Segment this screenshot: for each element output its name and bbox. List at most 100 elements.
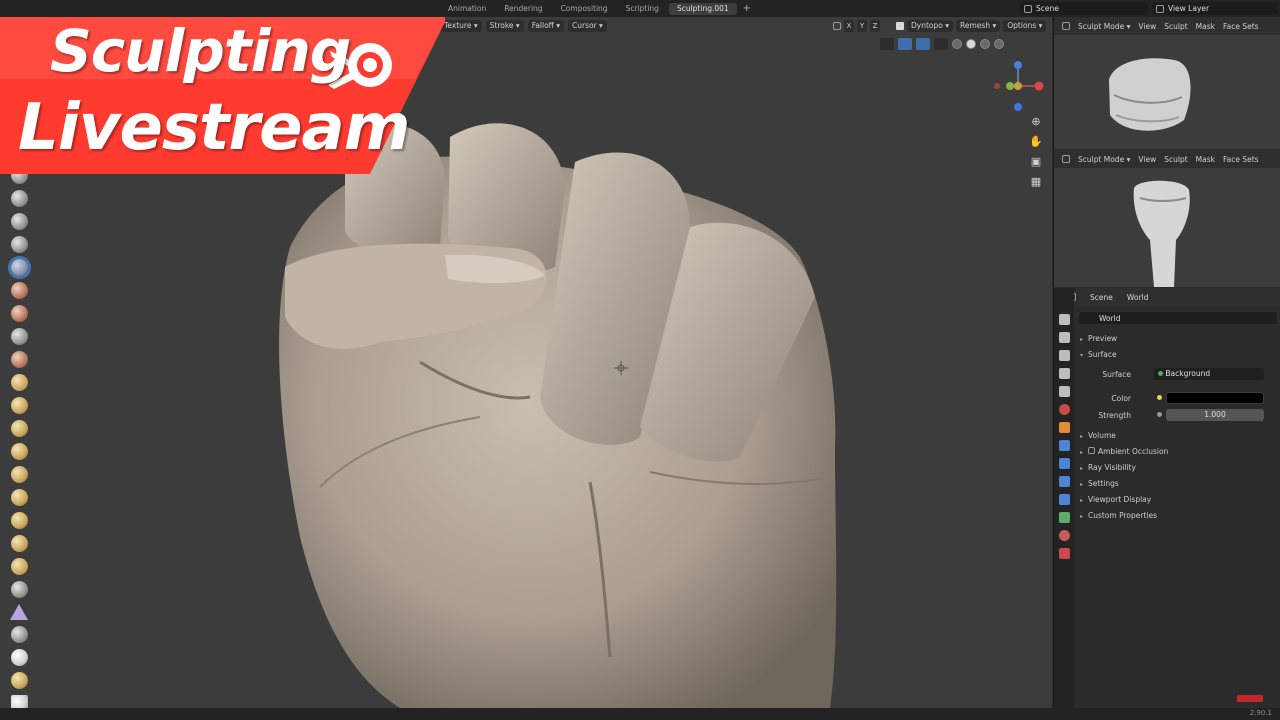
version-label: 2.90.1 [1249, 709, 1272, 717]
face-sets-menu[interactable]: Face Sets [1223, 22, 1259, 31]
falloff-dropdown[interactable]: Falloff ▾ [527, 20, 564, 32]
tab-compositing[interactable]: Compositing [553, 3, 616, 15]
tab-sculpting-001[interactable]: Sculpting.001 [668, 3, 737, 15]
physics-tab-icon[interactable] [1058, 476, 1070, 487]
grid-icon[interactable]: ▦ [1029, 175, 1043, 189]
pinch-brush-icon[interactable] [10, 489, 28, 506]
blob-brush-icon[interactable] [10, 328, 28, 345]
snake-hook-brush-icon[interactable] [10, 558, 28, 575]
crease-brush-icon[interactable] [10, 351, 28, 368]
rendered-shading-button[interactable] [994, 39, 1004, 49]
wireframe-shading-button[interactable] [952, 39, 962, 49]
mini-viewport-2[interactable]: Sculpt Mode ▾ View Sculpt Mask Face Sets [1053, 150, 1280, 287]
texture-tab-icon[interactable] [1058, 548, 1070, 559]
remesh-dropdown[interactable]: Remesh ▾ [956, 20, 1001, 32]
texture-dropdown[interactable]: Texture ▾ [440, 20, 482, 32]
breadcrumb-world[interactable]: World [1127, 293, 1149, 302]
elastic-deform-brush-icon[interactable] [10, 535, 28, 552]
section-ray-visibility[interactable]: ▸ Ray Visibility [1080, 463, 1136, 472]
section-custom-properties[interactable]: ▸ Custom Properties [1080, 511, 1157, 520]
section-settings[interactable]: ▸ Settings [1080, 479, 1119, 488]
navigation-gizmo[interactable] [990, 57, 1050, 117]
fill-brush-icon[interactable] [10, 420, 28, 437]
hand-icon[interactable]: ✋ [1029, 135, 1043, 149]
mode-dropdown[interactable]: Sculpt Mode ▾ [1078, 22, 1130, 31]
multiplane-scrape-brush-icon[interactable] [10, 466, 28, 483]
editor-type-icon[interactable] [1062, 22, 1070, 30]
section-ambient-occlusion[interactable]: ▸ Ambient Occlusion [1080, 447, 1168, 456]
thumb-brush-icon[interactable] [10, 581, 28, 598]
editor-type-icon[interactable] [1062, 155, 1070, 163]
add-workspace-button[interactable]: + [739, 3, 755, 15]
inflate-brush-icon[interactable] [10, 305, 28, 322]
overlay-toggle-icon[interactable] [916, 38, 930, 50]
solid-shading-button[interactable] [966, 39, 976, 49]
xray-toggle-icon[interactable] [934, 38, 948, 50]
dyntopo-checkbox[interactable] [896, 22, 904, 30]
slide-relax-brush-icon[interactable] [10, 672, 28, 689]
sculpt-menu[interactable]: Sculpt [1164, 155, 1187, 164]
mini-viewport-1[interactable]: Sculpt Mode ▾ View Sculpt Mask Face Sets [1053, 17, 1280, 149]
mini-viewport-2-canvas[interactable] [1054, 168, 1280, 287]
view-layer-selector[interactable]: View Layer [1152, 2, 1278, 15]
scrape-brush-icon[interactable] [10, 443, 28, 460]
section-volume[interactable]: ▸ Volume [1080, 431, 1116, 440]
modifier-tab-icon[interactable] [1058, 440, 1070, 451]
face-sets-menu[interactable]: Face Sets [1223, 155, 1259, 164]
breadcrumb-scene[interactable]: Scene [1090, 293, 1113, 302]
dyntopo-dropdown[interactable]: Dyntopo ▾ [907, 20, 954, 32]
pose-brush-icon[interactable] [10, 604, 28, 620]
section-surface[interactable]: ▾ Surface [1080, 350, 1117, 359]
section-preview[interactable]: ▸ Preview [1080, 334, 1117, 343]
data-tab-icon[interactable] [1058, 512, 1070, 523]
tool-tab-icon[interactable] [1058, 314, 1070, 325]
tab-animation[interactable]: Animation [440, 3, 494, 15]
flatten-brush-icon[interactable] [10, 397, 28, 414]
mask-menu[interactable]: Mask [1196, 155, 1215, 164]
constraints-tab-icon[interactable] [1058, 494, 1070, 505]
stroke-dropdown[interactable]: Stroke ▾ [485, 20, 524, 32]
sculpt-menu[interactable]: Sculpt [1164, 22, 1187, 31]
rotate-brush-icon[interactable] [10, 649, 28, 666]
strength-slider[interactable]: 1.000 [1166, 409, 1264, 421]
axis-x-toggle[interactable]: X [844, 20, 854, 32]
mask-menu[interactable]: Mask [1196, 22, 1215, 31]
color-swatch[interactable] [1166, 392, 1264, 404]
world-name-field[interactable]: World [1079, 312, 1277, 324]
axis-y-toggle[interactable]: Y [857, 20, 867, 32]
draw-sharp-brush-icon[interactable] [10, 190, 28, 207]
tab-rendering[interactable]: Rendering [496, 3, 550, 15]
ambient-occlusion-checkbox[interactable] [1088, 447, 1095, 454]
visibility-icon[interactable] [880, 38, 894, 50]
surface-shader-field[interactable]: Background [1154, 368, 1264, 380]
clay-brush-icon[interactable] [10, 213, 28, 230]
scene-selector[interactable]: Scene [1020, 2, 1148, 15]
render-tab-icon[interactable] [1058, 332, 1070, 343]
particles-tab-icon[interactable] [1058, 458, 1070, 469]
grab-brush-icon[interactable] [10, 512, 28, 529]
layer-brush-icon[interactable] [10, 282, 28, 299]
material-tab-icon[interactable] [1058, 530, 1070, 541]
clay-strips-brush-icon[interactable] [10, 236, 28, 253]
mode-dropdown[interactable]: Sculpt Mode ▾ [1078, 155, 1130, 164]
view-menu[interactable]: View [1138, 22, 1156, 31]
nudge-brush-icon[interactable] [10, 626, 28, 643]
mini-viewport-1-header: Sculpt Mode ▾ View Sculpt Mask Face Sets [1054, 17, 1280, 35]
mini-viewport-1-canvas[interactable] [1054, 35, 1280, 149]
zoom-icon[interactable]: ⊕ [1029, 115, 1043, 129]
cursor-dropdown[interactable]: Cursor ▾ [568, 20, 607, 32]
tab-scripting[interactable]: Scripting [618, 3, 667, 15]
output-tab-icon[interactable] [1058, 350, 1070, 361]
options-dropdown[interactable]: Options ▾ [1003, 20, 1047, 32]
clay-thumb-brush-icon[interactable] [7, 256, 31, 279]
gizmo-toggle-icon[interactable] [898, 38, 912, 50]
camera-icon[interactable]: ▣ [1029, 155, 1043, 169]
view-menu[interactable]: View [1138, 155, 1156, 164]
section-viewport-display[interactable]: ▸ Viewport Display [1080, 495, 1151, 504]
material-shading-button[interactable] [980, 39, 990, 49]
sculpt-viewport[interactable]: Texture ▾ Stroke ▾ Falloff ▾ Cursor ▾ X … [0, 17, 1052, 708]
smooth-brush-icon[interactable] [10, 374, 28, 391]
object-tab-icon[interactable] [1058, 422, 1070, 433]
mask-brush-icon[interactable] [10, 695, 28, 708]
axis-z-toggle[interactable]: Z [870, 20, 880, 32]
